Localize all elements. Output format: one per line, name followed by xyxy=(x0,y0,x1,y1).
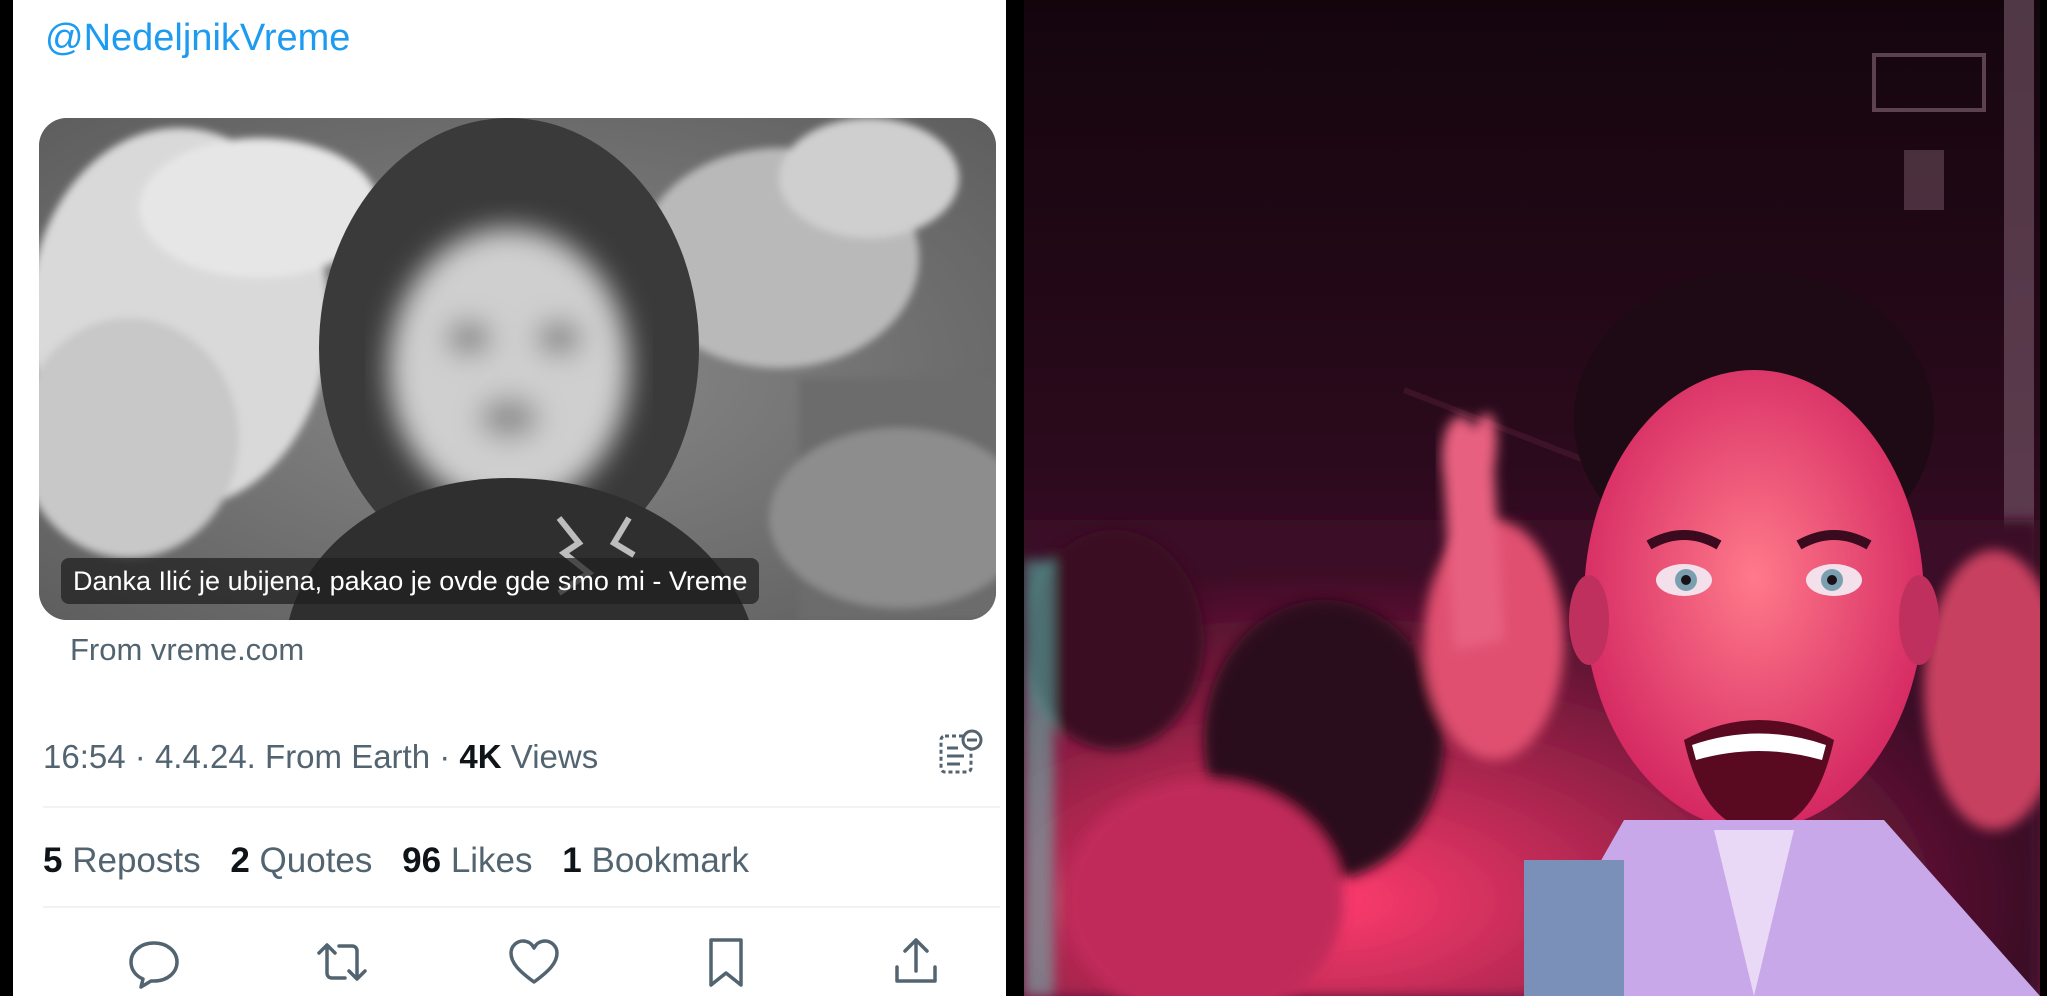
tweet-time[interactable]: 16:54 xyxy=(43,738,126,775)
reposts-stat[interactable]: 5 Reposts xyxy=(43,841,201,880)
like-icon[interactable] xyxy=(507,935,561,989)
tweet-location: From Earth xyxy=(265,738,431,775)
bookmark-icon[interactable] xyxy=(699,935,753,989)
tweet-meta: 16:54 · 4.4.24. From Earth · 4K Views xyxy=(43,735,598,779)
separator: · xyxy=(134,738,155,775)
selfie-photo xyxy=(1024,0,2040,996)
card-caption: Danka Ilić je ubijena, pakao je ovde gde… xyxy=(61,558,760,604)
divider xyxy=(43,806,1000,808)
views-label: Views xyxy=(510,738,599,775)
reply-icon[interactable] xyxy=(127,935,181,989)
card-image xyxy=(39,118,996,620)
link-card[interactable]: Danka Ilić je ubijena, pakao je ovde gde… xyxy=(39,118,996,620)
quotes-stat[interactable]: 2 Quotes xyxy=(230,841,372,880)
divider xyxy=(43,906,1000,908)
share-icon[interactable] xyxy=(889,935,943,989)
tweet-date[interactable]: 4.4.24. xyxy=(155,738,256,775)
mention-link[interactable]: @NedeljnikVreme xyxy=(45,14,350,62)
separator: · xyxy=(439,738,460,775)
views-count: 4K xyxy=(459,738,502,775)
tweet-stats: 5 Reposts 2 Quotes 96 Likes 1 Bookmark xyxy=(43,838,769,884)
tweet-panel: @NedeljnikVreme Danka Ilić je ubijena, p… xyxy=(13,0,1006,996)
likes-stat[interactable]: 96 Likes xyxy=(402,841,532,880)
card-source[interactable]: From vreme.com xyxy=(70,630,304,670)
bookmarks-stat[interactable]: 1 Bookmark xyxy=(562,841,749,880)
analytics-icon[interactable] xyxy=(938,728,984,778)
photo-image xyxy=(1024,0,2040,996)
repost-icon[interactable] xyxy=(315,935,369,989)
action-bar xyxy=(13,935,1006,995)
